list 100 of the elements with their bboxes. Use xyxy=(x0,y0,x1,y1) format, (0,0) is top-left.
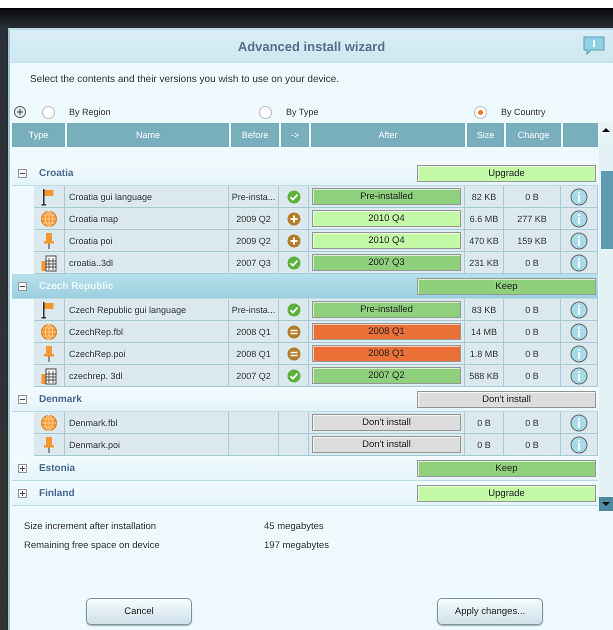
apply-button[interactable]: Apply changes... xyxy=(437,598,543,625)
help-icon[interactable] xyxy=(583,36,605,56)
name-cell: czechrep. 3dl xyxy=(65,365,229,387)
radio-label: By Type xyxy=(286,107,318,117)
group-header[interactable]: Czech Republic Keep xyxy=(12,274,598,299)
plus-icon xyxy=(286,212,300,226)
version-button[interactable]: 2010 Q4 xyxy=(312,210,461,227)
info-icon[interactable] xyxy=(570,436,588,454)
scroll-up-button[interactable] xyxy=(599,123,613,137)
globe-icon xyxy=(40,210,58,228)
size-cell: 6.6 MB xyxy=(465,208,504,230)
before-cell: 2009 Q2 xyxy=(229,208,279,230)
plus-icon xyxy=(286,234,300,248)
minus-icon xyxy=(286,324,300,338)
version-button[interactable]: Pre-installed xyxy=(312,188,461,205)
info-icon[interactable] xyxy=(570,188,588,206)
version-button[interactable]: 2010 Q4 xyxy=(312,232,461,249)
size-cell: 14 MB xyxy=(465,321,504,343)
change-cell: 0 B xyxy=(504,365,561,387)
globe-icon xyxy=(40,322,58,340)
group-action-button[interactable]: Upgrade xyxy=(417,484,596,502)
version-button[interactable]: Don't install xyxy=(312,436,461,453)
summary-label: Size increment after installation xyxy=(24,521,158,532)
group-action-button[interactable]: Keep xyxy=(417,460,596,476)
size-cell: 470 KB xyxy=(465,230,504,252)
info-icon[interactable] xyxy=(570,254,588,272)
version-button[interactable]: 2008 Q1 xyxy=(312,345,461,362)
before-cell xyxy=(229,412,279,434)
add-icon[interactable] xyxy=(14,106,26,118)
radio-label: By Region xyxy=(69,107,111,117)
group-action-button[interactable]: Upgrade xyxy=(417,164,596,182)
name-cell: CzechRep.fbl xyxy=(65,321,229,343)
radio-button[interactable] xyxy=(42,106,55,118)
collapse-icon[interactable] xyxy=(18,168,27,178)
name-cell: Croatia poi xyxy=(65,230,229,252)
name-cell: Denmark.fbl xyxy=(65,412,229,434)
group-header[interactable]: Estonia Keep xyxy=(12,456,598,481)
info-icon[interactable] xyxy=(570,366,588,384)
group-header[interactable]: Denmark Don't install xyxy=(12,387,598,412)
group-name: Denmark xyxy=(39,394,83,404)
expand-icon[interactable] xyxy=(18,488,27,498)
change-cell: 0 B xyxy=(504,186,561,208)
info-icon[interactable] xyxy=(570,232,588,250)
group-action-button[interactable]: Keep xyxy=(417,278,596,294)
info-icon[interactable] xyxy=(570,322,588,340)
before-cell: 2009 Q2 xyxy=(229,230,279,252)
size-cell: 0 B xyxy=(465,412,504,434)
before-cell: Pre-insta... xyxy=(229,186,279,208)
info-icon[interactable] xyxy=(570,300,588,318)
minus-icon xyxy=(286,346,300,360)
name-cell: CzechRep.poi xyxy=(65,343,229,365)
instruction-text: Select the contents and their versions you wish to use on your device. xyxy=(29,73,340,87)
size-cell: 231 KB xyxy=(465,252,504,274)
name-cell: Denmark.poi xyxy=(65,434,229,456)
window-title: Advanced install wizard xyxy=(238,38,386,54)
before-cell: 2008 Q1 xyxy=(229,321,279,343)
group-header[interactable]: Finland Upgrade xyxy=(12,481,598,506)
info-icon[interactable] xyxy=(570,344,588,362)
collapse-icon[interactable] xyxy=(18,282,27,290)
size-cell: 0 B xyxy=(465,434,504,456)
cancel-button[interactable]: Cancel xyxy=(86,598,192,625)
version-button[interactable]: 2007 Q2 xyxy=(312,367,461,384)
scroll-thumb[interactable] xyxy=(601,171,613,249)
version-button[interactable]: Don't install xyxy=(312,414,461,431)
check-icon xyxy=(286,190,300,204)
check-icon xyxy=(286,368,300,382)
group-name: Finland xyxy=(39,488,76,498)
change-cell: 0 B xyxy=(504,321,561,343)
change-cell: 0 B xyxy=(504,252,561,274)
change-cell: 0 B xyxy=(504,299,561,321)
version-button[interactable]: 2008 Q1 xyxy=(312,323,461,340)
check-icon xyxy=(286,256,300,270)
info-icon[interactable] xyxy=(570,414,588,432)
check-icon xyxy=(286,302,300,316)
radio-label: By Country xyxy=(501,107,546,117)
group-name: Croatia xyxy=(39,168,74,178)
info-icon[interactable] xyxy=(570,210,588,228)
group-action-button[interactable]: Don't install xyxy=(417,390,596,408)
before-cell: 2007 Q2 xyxy=(229,365,279,387)
group-name: Czech Republic xyxy=(39,280,114,292)
group-header[interactable]: Croatia Upgrade xyxy=(12,161,598,186)
version-button[interactable]: 2007 Q3 xyxy=(312,254,461,271)
building-icon xyxy=(40,366,58,384)
change-cell: 0 B xyxy=(504,412,561,434)
before-cell: Pre-insta... xyxy=(229,299,279,321)
version-button[interactable]: Pre-installed xyxy=(312,301,461,318)
radio-button[interactable] xyxy=(474,106,487,118)
globe-icon xyxy=(40,414,58,432)
before-cell: 2007 Q3 xyxy=(229,252,279,274)
name-cell: croatia..3dl xyxy=(65,252,229,274)
expand-icon[interactable] xyxy=(18,464,27,472)
name-cell: Croatia gui language xyxy=(65,186,229,208)
name-cell: Czech Republic gui language xyxy=(65,299,229,321)
scroll-down-button[interactable] xyxy=(599,497,613,511)
size-cell: 83 KB xyxy=(465,299,504,321)
size-cell: 82 KB xyxy=(465,186,504,208)
change-cell: 277 KB xyxy=(504,208,561,230)
summary-value: 197 megabytes xyxy=(264,540,330,551)
radio-button[interactable] xyxy=(259,106,272,118)
collapse-icon[interactable] xyxy=(18,394,27,404)
